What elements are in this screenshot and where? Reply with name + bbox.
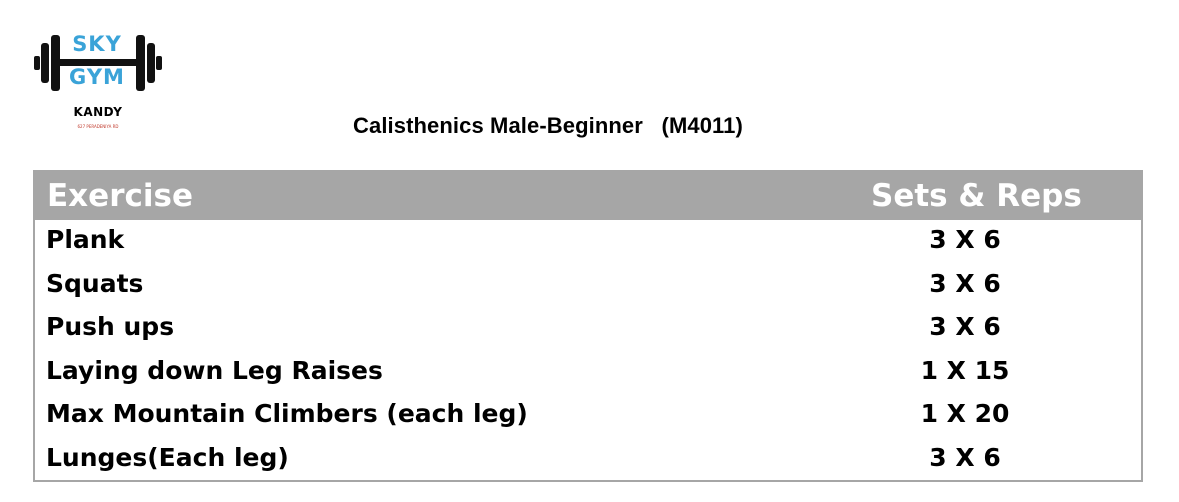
logo-gym-text: GYM (69, 65, 125, 89)
sets-reps-cell: 3 X 6 (929, 442, 1001, 472)
sets-reps-cell: 3 X 6 (929, 268, 1001, 298)
logo-address-text: 627 PERADENIYA RD (77, 124, 119, 129)
sets-reps-cell: 3 X 6 (929, 225, 1001, 254)
gym-logo: SKY GYM KANDY 627 PERADENIYA RD (32, 26, 164, 138)
table-row: Lunges(Each leg) 3 X 6 (35, 438, 1141, 482)
page-title: Calisthenics Male-Beginner (M4011) (353, 113, 743, 138)
table-row: Max Mountain Climbers (each leg) 1 X 20 (35, 394, 1141, 438)
column-header-sets-reps: Sets & Reps (871, 178, 1082, 214)
exercise-table: Exercise Sets & Reps Plank 3 X 6 Squats … (33, 170, 1143, 482)
exercise-cell: Plank (46, 225, 125, 254)
exercise-cell: Max Mountain Climbers (each leg) (46, 399, 528, 429)
sets-reps-cell: 1 X 15 (920, 355, 1010, 385)
sets-reps-cell: 3 X 6 (929, 312, 1001, 342)
table-row: Squats 3 X 6 (35, 264, 1141, 308)
logo-city-text: KANDY (73, 105, 123, 119)
table-row: Plank 3 X 6 (35, 220, 1141, 264)
exercise-cell: Push ups (46, 312, 175, 342)
table-header: Exercise Sets & Reps (35, 172, 1141, 220)
logo-sky-text: SKY (72, 32, 122, 56)
sets-reps-cell: 1 X 20 (920, 399, 1010, 429)
table-row: Push ups 3 X 6 (35, 307, 1141, 351)
exercise-cell: Laying down Leg Raises (46, 355, 383, 385)
exercise-cell: Squats (46, 268, 144, 298)
table-row: Laying down Leg Raises 1 X 15 (35, 351, 1141, 395)
exercise-cell: Lunges(Each leg) (46, 442, 289, 472)
column-header-exercise: Exercise (47, 178, 193, 214)
